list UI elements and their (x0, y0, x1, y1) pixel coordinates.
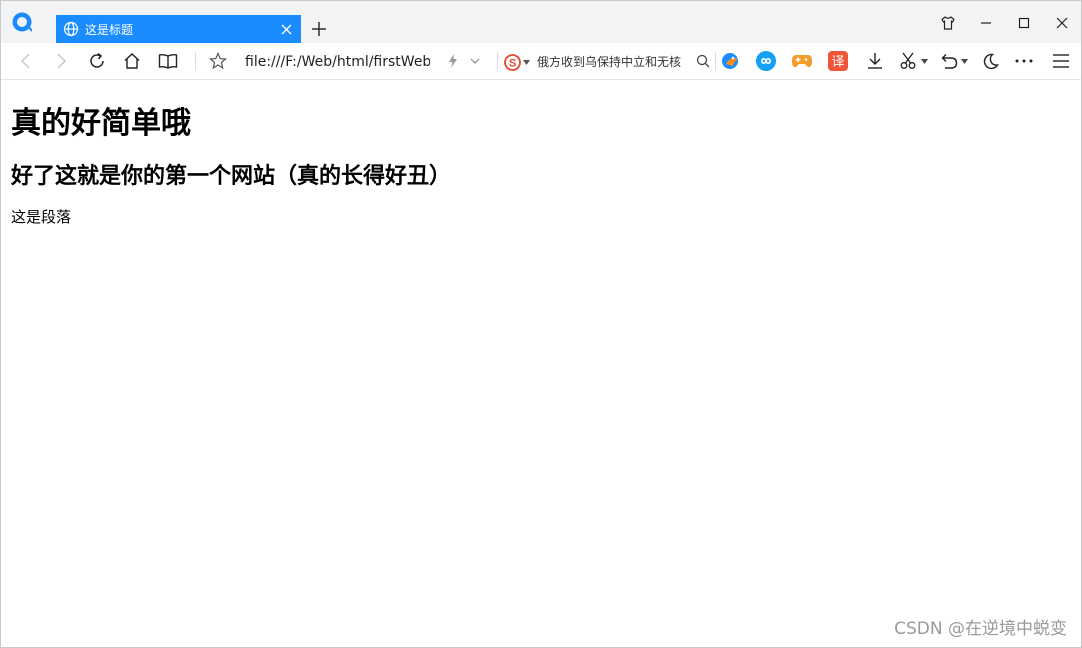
lightning-icon (449, 54, 457, 68)
search-engine-selector[interactable]: S (504, 52, 530, 72)
shirt-icon (941, 16, 955, 30)
chevron-down-icon (470, 58, 480, 64)
address-bar[interactable]: file:///F:/Web/html/firstWeb (245, 52, 430, 72)
extension-translate-button[interactable]: 译 (826, 49, 850, 73)
close-window-icon (1056, 17, 1068, 29)
skin-button[interactable] (929, 9, 967, 37)
moon-icon (983, 53, 999, 69)
scissors-icon (900, 52, 916, 69)
back-button[interactable] (14, 49, 38, 73)
page-content: 真的好简单哦 好了这就是你的第一个网站（真的长得好丑） 这是段落 (11, 81, 1071, 228)
infinity-icon (756, 51, 776, 71)
home-icon (124, 53, 140, 69)
globe-icon (63, 21, 79, 37)
maximize-icon (1018, 17, 1030, 29)
tab-title: 这是标题 (85, 22, 134, 37)
page-heading: 真的好简单哦 (11, 106, 191, 141)
menu-icon (1053, 54, 1069, 68)
home-button[interactable] (120, 49, 144, 73)
chevron-down-icon (921, 58, 928, 64)
chevron-down-icon (960, 58, 968, 64)
address-dropdown-button[interactable] (463, 49, 487, 73)
menu-button[interactable] (1049, 49, 1073, 73)
window-controls (929, 9, 1081, 37)
bird-icon (722, 53, 738, 69)
watermark: CSDN @在逆境中蜕变 (894, 619, 1067, 639)
svg-text:S: S (509, 57, 516, 69)
minimize-icon (981, 22, 991, 24)
new-tab-button[interactable] (308, 18, 330, 40)
extension-bird-button[interactable] (719, 49, 743, 73)
search-button[interactable] (693, 49, 713, 73)
maximize-button[interactable] (1005, 9, 1043, 37)
download-button[interactable] (863, 49, 887, 73)
browser-window: 这是标题 file:///F:/Web/html/firstWeb S 俄方收到… (0, 0, 1082, 648)
undo-close-button[interactable] (938, 49, 970, 73)
translate-icon: 译 (828, 51, 848, 71)
search-input[interactable]: 俄方收到乌保持中立和无核 (537, 53, 690, 71)
tab-active[interactable]: 这是标题 (56, 15, 301, 43)
more-button[interactable] (1012, 49, 1036, 73)
toolbar-divider (497, 52, 498, 70)
reload-button[interactable] (85, 49, 109, 73)
reader-button[interactable] (156, 49, 180, 73)
close-icon[interactable] (277, 20, 295, 38)
chevron-down-icon (523, 59, 530, 65)
forward-icon (57, 53, 66, 69)
book-icon (158, 53, 178, 69)
toolbar-divider (195, 52, 196, 70)
star-icon (209, 52, 227, 70)
browser-logo-icon[interactable] (11, 11, 35, 35)
favorite-button[interactable] (206, 49, 230, 73)
page-paragraph: 这是段落 (11, 208, 72, 226)
undo-icon (941, 53, 957, 69)
page-subheading: 好了这就是你的第一个网站（真的长得好丑） (11, 164, 452, 189)
forward-button[interactable] (49, 49, 73, 73)
minimize-button[interactable] (967, 9, 1005, 37)
toolbar: file:///F:/Web/html/firstWeb S 俄方收到乌保持中立… (1, 43, 1081, 80)
back-icon (21, 53, 30, 69)
search-icon (696, 54, 710, 68)
reload-icon (90, 52, 104, 68)
toolbar-divider (715, 52, 716, 70)
sogou-icon: S (504, 53, 521, 71)
fast-mode-button[interactable] (441, 49, 465, 73)
extension-game-button[interactable] (790, 49, 814, 73)
more-icon (1015, 59, 1033, 63)
plus-icon (312, 22, 326, 36)
title-bar: 这是标题 (1, 1, 1081, 43)
close-window-button[interactable] (1043, 9, 1081, 37)
dark-mode-button[interactable] (978, 49, 1002, 73)
extension-infinity-button[interactable] (754, 49, 778, 73)
svg-text:译: 译 (831, 55, 844, 70)
gamepad-icon (792, 55, 812, 68)
download-icon (868, 53, 882, 69)
screenshot-button[interactable] (897, 49, 931, 73)
